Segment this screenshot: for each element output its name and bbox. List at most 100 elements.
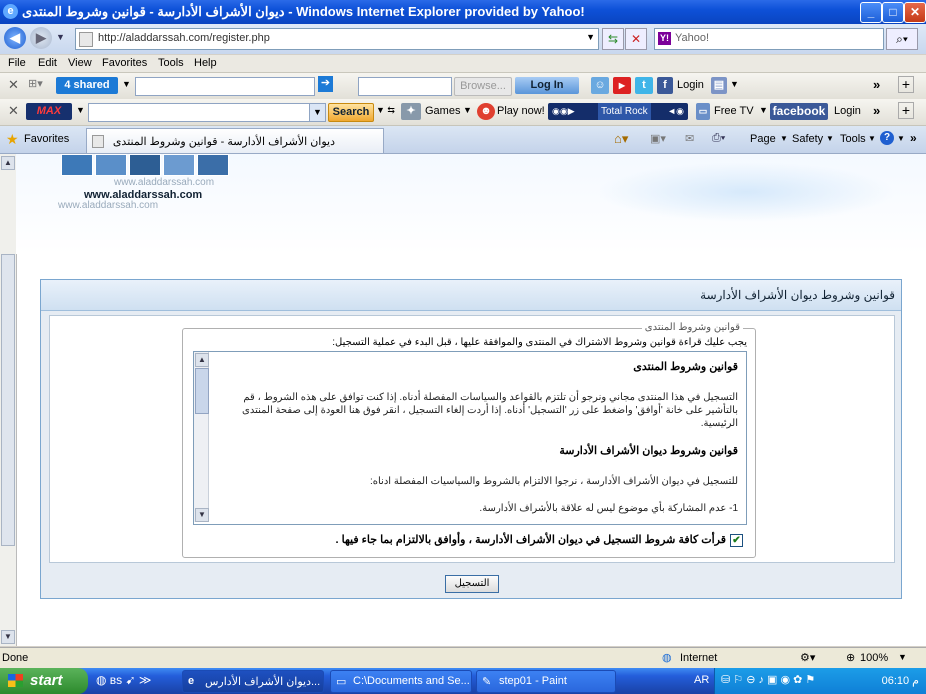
facebook-f-icon[interactable]: f <box>657 77 673 94</box>
rules-scroll-up-icon[interactable]: ▲ <box>195 353 209 367</box>
max-search-button[interactable]: Search <box>328 103 374 122</box>
task-ie-window[interactable]: e ديوان الأشراف الأدارس... <box>182 670 324 693</box>
menu-favorites[interactable]: Favorites <box>102 57 147 69</box>
search-magnifier-icon[interactable]: ⌕▾ <box>886 28 918 50</box>
help-icon[interactable]: ? <box>880 131 894 145</box>
protected-mode-icon[interactable]: ⚙▾ <box>800 651 815 664</box>
max-dropdown-icon[interactable]: ▼ <box>76 105 85 115</box>
browse-button[interactable]: Browse... <box>454 77 512 96</box>
feeds-icon[interactable]: ▣▾ <box>650 132 666 145</box>
agree-label[interactable]: قرأت كافة شروط التسجيل في ديوان الأشراف … <box>336 534 726 546</box>
rules-panel-body: قوانين وشروط المنتدى يجب عليك قراءة قوان… <box>49 315 895 563</box>
4shared-login-button[interactable]: Log In <box>515 77 579 94</box>
chat-icon[interactable]: ☺ <box>591 77 609 94</box>
radio-volume-icon[interactable]: ◄◉ <box>667 103 684 120</box>
register-button[interactable]: التسجيل <box>445 575 499 593</box>
max-toolbar: ✕ MAX ▼ ▼ Search ▼ ⇆ ✦ Games ▼ ☻ Play no… <box>0 99 926 126</box>
menu-file[interactable]: File <box>8 57 26 69</box>
banner-watermark-top: www.aladdarssah.com <box>114 177 215 188</box>
start-button[interactable]: start <box>0 668 88 694</box>
toolbar-max-overflow-icon[interactable]: » <box>873 103 880 118</box>
facebook-login-link[interactable]: Login <box>834 105 861 117</box>
minimize-button[interactable]: _ <box>860 2 882 23</box>
toolbar-max-close-icon[interactable]: ✕ <box>8 103 19 119</box>
task-explorer-label: C:\Documents and Se... <box>353 675 470 687</box>
4shared-upload-input[interactable] <box>358 77 452 96</box>
history-dropdown-icon[interactable]: ▼ <box>56 32 65 42</box>
forward-arrow-icon[interactable]: ▶ <box>30 27 52 49</box>
system-tray: ⛁ ⚐ ⊖ ♪ ▣ ◉ ✿ ⚑ م 06:10 <box>714 668 926 694</box>
radio-controls-icon[interactable]: ◉◉▶ <box>552 103 575 120</box>
search-options-icon[interactable]: ▼ ⇆ <box>376 105 395 116</box>
security-zone[interactable]: Internet <box>680 652 717 664</box>
refresh-icon[interactable]: ⇆ <box>602 28 624 50</box>
games-dropdown-icon[interactable]: ▼ <box>463 105 472 115</box>
help-dropdown-icon[interactable]: ▼ <box>897 134 905 143</box>
agree-checkbox[interactable]: ✔ <box>730 533 743 547</box>
address-toolbar: ◀ ▶ ▼ http://aladdarssah.com/register.ph… <box>0 24 926 54</box>
games-link[interactable]: Games <box>425 105 460 117</box>
quick-launch-icons[interactable]: ◍ ʙs ➹ ≫ <box>96 673 151 687</box>
page-menu[interactable]: Page <box>750 133 776 145</box>
rules-scroll-down-icon[interactable]: ▼ <box>195 508 209 522</box>
radio-station[interactable]: Total Rock <box>598 103 651 120</box>
page-scroll-down-icon[interactable]: ▼ <box>1 630 15 644</box>
search-input[interactable]: Y! Yahoo! <box>654 28 884 50</box>
task-explorer-window[interactable]: ▭ C:\Documents and Se... <box>330 670 472 693</box>
max-search-dropdown-icon[interactable]: ▼ <box>309 104 325 121</box>
mario-icon[interactable]: ☻ <box>477 103 495 120</box>
games-icon[interactable]: ✦ <box>401 103 421 120</box>
command-overflow-icon[interactable]: » <box>910 131 917 145</box>
menu-help[interactable]: Help <box>194 57 217 69</box>
tab-active[interactable]: ديوان الأشراف الأدارسة - قوانين وشروط ال… <box>86 128 384 153</box>
close-button[interactable]: ✕ <box>904 2 926 23</box>
free-tv-link[interactable]: Free TV <box>714 105 754 117</box>
home-icon[interactable]: ⌂▾ <box>614 131 628 147</box>
window-switch-icon[interactable]: ▤ <box>711 77 727 94</box>
toolbar-close-icon[interactable]: ✕ <box>8 77 19 93</box>
tools-menu[interactable]: Tools <box>840 133 866 145</box>
4shared-search-input[interactable] <box>135 77 315 96</box>
menu-edit[interactable]: Edit <box>38 57 57 69</box>
4shared-go-icon[interactable]: ➔ <box>318 76 333 92</box>
rules-textbox[interactable]: ▲ ▼ قوانين وشروط المنتدى التسجيل في هذا … <box>193 351 747 525</box>
toolbar-max-add-icon[interactable]: + <box>898 102 914 119</box>
print-icon[interactable]: ⎙▾ <box>712 132 725 145</box>
address-dropdown-icon[interactable]: ▼ <box>586 32 595 42</box>
rules-scroll-thumb[interactable] <box>195 368 209 414</box>
page-scroll-thumb[interactable] <box>1 254 15 546</box>
toolbar-add-icon[interactable]: + <box>898 76 914 93</box>
favorites-star-icon[interactable]: ★ <box>6 131 19 148</box>
address-input[interactable]: http://aladdarssah.com/register.php ▼ <box>75 28 599 50</box>
mail-icon[interactable]: ✉ <box>685 132 694 145</box>
facebook-logo[interactable]: facebook <box>770 103 828 120</box>
tv-icon[interactable]: ▭ <box>696 103 710 120</box>
max-search-input[interactable]: ▼ <box>88 103 326 122</box>
tv-dropdown-icon[interactable]: ▼ <box>759 105 768 115</box>
menu-tools[interactable]: Tools <box>158 57 184 69</box>
play-now-link[interactable]: Play now! <box>497 105 545 117</box>
4shared-dropdown-icon[interactable]: ▼ <box>122 79 131 89</box>
favorites-button[interactable]: Favorites <box>24 133 69 145</box>
radio-player[interactable]: ◉◉▶ Total Rock ◄◉ <box>548 103 688 120</box>
youtube-icon[interactable]: ▶ <box>613 77 631 94</box>
twitter-icon[interactable]: t <box>635 77 653 94</box>
page-scrollbar[interactable]: ▲ ▼ <box>0 154 17 646</box>
task-paint-window[interactable]: ✎ step01 - Paint <box>476 670 616 693</box>
toolbar-options-icon[interactable]: ⊞▾ <box>28 77 43 90</box>
rules-scrollbar[interactable]: ▲ ▼ <box>194 352 209 522</box>
back-arrow-icon[interactable]: ◀ <box>4 27 26 49</box>
zoom-dropdown-icon[interactable]: ▼ <box>898 652 907 662</box>
4shared-login-link[interactable]: Login <box>677 79 704 91</box>
language-indicator[interactable]: AR <box>694 674 709 686</box>
window-switch-dropdown-icon[interactable]: ▼ <box>730 79 739 89</box>
stop-icon[interactable]: ✕ <box>625 28 647 50</box>
tray-icons[interactable]: ⛁ ⚐ ⊖ ♪ ▣ ◉ ✿ ⚑ <box>721 673 815 686</box>
page-scroll-up-icon[interactable]: ▲ <box>1 156 15 170</box>
menu-view[interactable]: View <box>68 57 92 69</box>
zoom-level[interactable]: 100% <box>860 652 888 664</box>
safety-menu[interactable]: Safety <box>792 133 823 145</box>
rules-fieldset: قوانين وشروط المنتدى يجب عليك قراءة قوان… <box>182 322 756 558</box>
maximize-button[interactable]: □ <box>882 2 904 23</box>
toolbar-overflow-icon[interactable]: » <box>873 77 880 92</box>
